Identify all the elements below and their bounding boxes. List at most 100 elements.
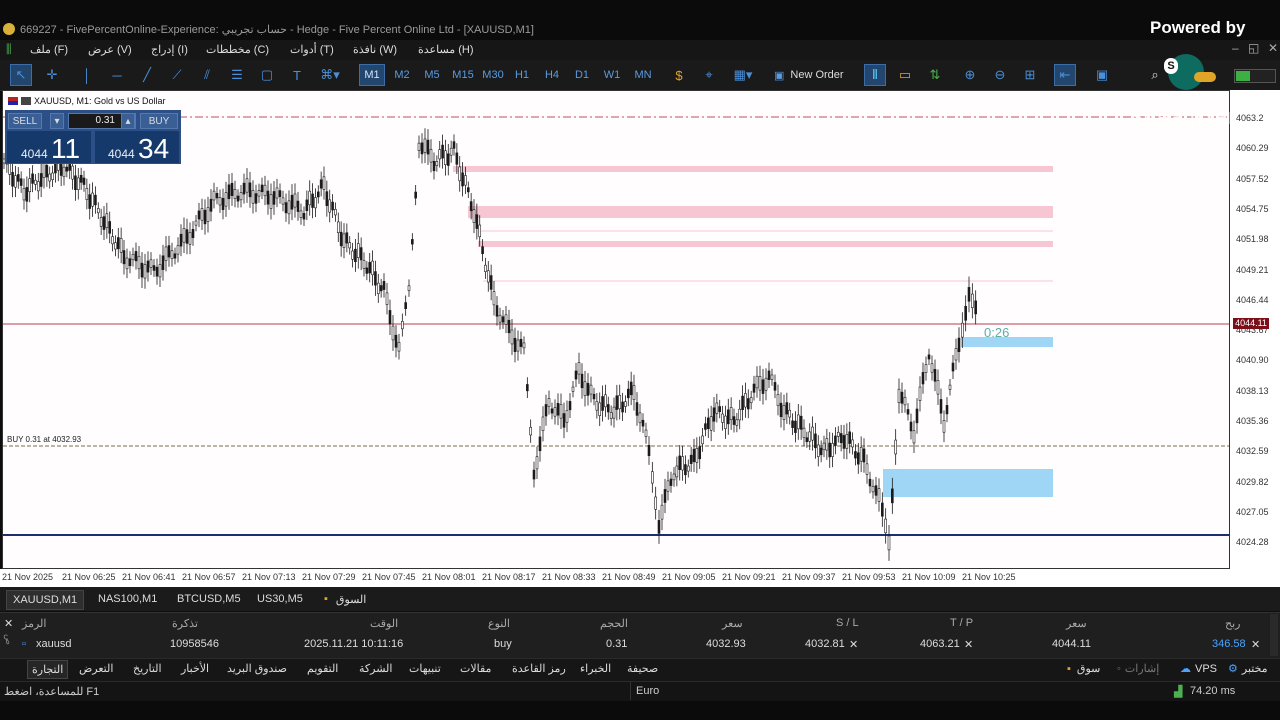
timeframe-h4[interactable]: H4 xyxy=(539,64,565,86)
col-symbol[interactable]: الرمز xyxy=(22,617,46,630)
menu-help[interactable]: مساعدة (H) xyxy=(418,43,474,56)
tab-company[interactable]: الشركة xyxy=(359,660,392,677)
bar-chart-icon[interactable]: ⫴ xyxy=(864,64,886,86)
tab-history[interactable]: التاريخ xyxy=(133,660,162,677)
timeframe-m2[interactable]: M2 xyxy=(389,64,415,86)
zoom-out-icon[interactable]: ⊖ xyxy=(989,64,1011,86)
col-time[interactable]: الوقت xyxy=(370,617,398,630)
timeframe-m1[interactable]: M1 xyxy=(359,64,385,86)
row-sl[interactable]: 4032.81 xyxy=(805,638,845,650)
minimize-icon[interactable]: – xyxy=(1232,41,1239,55)
col-sl[interactable]: S / L xyxy=(836,617,859,629)
auto-scroll-icon[interactable]: ⇅ xyxy=(924,64,946,86)
terminal-close-icon[interactable]: ✕ xyxy=(4,617,13,630)
tile-windows-icon[interactable]: ⊞ xyxy=(1019,64,1041,86)
tab-tester[interactable]: ⚙ مختبر xyxy=(1228,660,1268,677)
tab-calendar[interactable]: التقويم xyxy=(307,660,338,677)
buy-button[interactable]: BUY xyxy=(140,113,178,129)
tab-mailbox[interactable]: صندوق البريد xyxy=(227,660,287,677)
depth-of-market-icon[interactable]: ⌖ xyxy=(698,64,720,86)
angle-trendline-icon[interactable]: ⟋ xyxy=(166,64,188,86)
close-icon[interactable]: ✕ xyxy=(1268,41,1278,55)
tab-vps[interactable]: ☁ VPS xyxy=(1180,660,1217,677)
fibonacci-icon[interactable]: ☰ xyxy=(226,64,248,86)
text-icon[interactable]: T xyxy=(286,64,308,86)
terminal-scrollbar[interactable] xyxy=(1270,614,1278,656)
timeframe-m5[interactable]: M5 xyxy=(419,64,445,86)
candle-body xyxy=(782,405,786,420)
status-profile[interactable]: Euro xyxy=(636,685,659,697)
tab-us30-m5[interactable]: US30,M5 xyxy=(251,590,309,608)
rectangle-icon[interactable]: ▢ xyxy=(256,64,278,86)
menu-tools[interactable]: أدوات (T) xyxy=(290,43,334,56)
tab-alerts[interactable]: تنبيهات xyxy=(409,660,441,677)
tab-btcusd-m5[interactable]: BTCUSD,M5 xyxy=(171,590,247,608)
tab-news[interactable]: الأخبار xyxy=(181,660,209,677)
remove-tp-icon[interactable]: ✕ xyxy=(964,638,973,651)
volume-stepper-icon[interactable]: ▴ xyxy=(121,113,135,129)
tab-trade[interactable]: التجارة xyxy=(27,660,69,679)
candle-body xyxy=(444,150,447,165)
candlestick-chart[interactable] xyxy=(3,91,1230,569)
remove-sl-icon[interactable]: ✕ xyxy=(849,638,858,651)
vertical-line-icon[interactable]: │ xyxy=(76,64,98,86)
col-type[interactable]: النوع xyxy=(488,617,510,630)
tab-experts[interactable]: الخبراء xyxy=(580,660,611,677)
zoom-in-icon[interactable]: ⊕ xyxy=(959,64,981,86)
tab-journal[interactable]: صحيفة xyxy=(627,660,658,677)
menu-charts[interactable]: مخططات (C) xyxy=(206,43,269,56)
candle-body xyxy=(651,471,654,484)
open-folder-icon[interactable]: ▭ xyxy=(894,64,916,86)
menu-window[interactable]: نافذة (W) xyxy=(353,43,397,56)
tab-exposure[interactable]: التعرض xyxy=(79,660,113,677)
timeframe-m15[interactable]: M15 xyxy=(449,64,477,86)
trendline-icon[interactable]: ╱ xyxy=(136,64,158,86)
indicators-icon[interactable]: ▦▾ xyxy=(728,64,758,86)
timeframe-d1[interactable]: D1 xyxy=(569,64,595,86)
tab-market-right[interactable]: ▪ سوق xyxy=(1067,660,1100,677)
volume-dropdown-icon[interactable]: ▾ xyxy=(50,113,64,129)
col-tp[interactable]: T / P xyxy=(950,617,973,629)
candle-body xyxy=(604,394,607,408)
status-ping[interactable]: 74.20 ms xyxy=(1190,685,1235,697)
horizontal-line-icon[interactable]: ─ xyxy=(106,64,128,86)
col-ticket[interactable]: تذكرة xyxy=(172,617,198,630)
restore-icon[interactable]: ◱ xyxy=(1248,41,1259,55)
sell-button[interactable]: SELL xyxy=(8,113,42,129)
timeframe-mn[interactable]: MN xyxy=(629,64,657,86)
candle-body xyxy=(85,187,89,200)
tab-xauusd-m1[interactable]: XAUUSD,M1 xyxy=(6,590,85,610)
menu-insert[interactable]: إدراج (I) xyxy=(151,43,188,56)
col-volume[interactable]: الحجم xyxy=(600,617,628,630)
tab-market[interactable]: ▪ السوق xyxy=(318,590,372,608)
buy-price-button[interactable]: 4044 34 xyxy=(95,131,179,164)
menu-file[interactable]: ملف (F) xyxy=(30,43,68,56)
channel-icon[interactable]: ⫽ xyxy=(196,64,218,86)
new-order-button[interactable]: ▣ New Order xyxy=(774,64,844,86)
chart-mode-icon[interactable]: ⫼ xyxy=(6,42,12,57)
tab-code-base[interactable]: رمز القاعدة xyxy=(512,660,566,677)
price-chart[interactable] xyxy=(2,90,1230,569)
chart-shift-icon[interactable]: ⇤ xyxy=(1054,64,1076,86)
tab-nas100-m1[interactable]: NAS100,M1 xyxy=(92,590,163,608)
crosshair-icon[interactable]: ✛ xyxy=(41,64,63,86)
shapes-icon[interactable]: ⌘▾ xyxy=(316,64,344,86)
menu-view[interactable]: عرض (V) xyxy=(88,43,132,56)
row-tp[interactable]: 4063.21 xyxy=(920,638,960,650)
close-position-icon[interactable]: ✕ xyxy=(1251,638,1260,651)
col-price[interactable]: سعر xyxy=(722,617,743,630)
time-axis-label: 21 Nov 07:13 xyxy=(242,572,296,582)
timeframe-h1[interactable]: H1 xyxy=(509,64,535,86)
screenshot-icon[interactable]: ▣ xyxy=(1091,64,1113,86)
timeframe-m30[interactable]: M30 xyxy=(479,64,507,86)
row-symbol[interactable]: xauusd xyxy=(36,638,71,650)
tab-signals[interactable]: ◦ إشارات xyxy=(1117,660,1159,677)
algo-trading-icon[interactable]: $ xyxy=(668,64,690,86)
tab-articles[interactable]: مقالات xyxy=(460,660,491,677)
sell-price-button[interactable]: 4044 11 xyxy=(7,131,91,164)
col-profit[interactable]: ربح xyxy=(1225,617,1240,630)
col-current-price[interactable]: سعر xyxy=(1066,617,1087,630)
timeframe-w1[interactable]: W1 xyxy=(599,64,625,86)
cursor-icon[interactable]: ↖ xyxy=(10,64,32,86)
candle-body xyxy=(971,293,974,308)
